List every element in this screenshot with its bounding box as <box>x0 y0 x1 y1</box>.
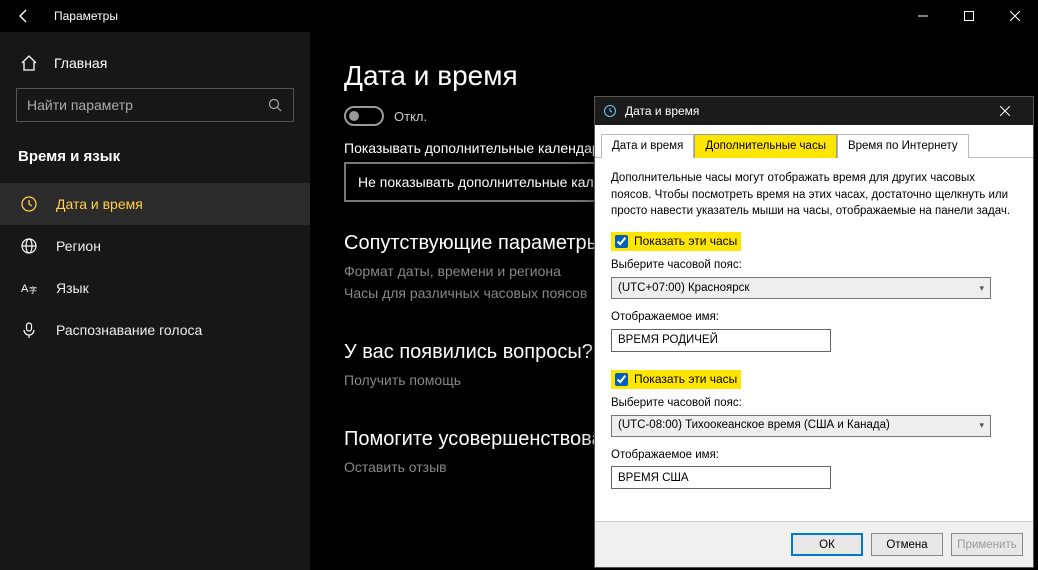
sidebar-item-label: Регион <box>56 238 101 254</box>
clock2-tz-label: Выберите часовой пояс: <box>611 395 1017 412</box>
chevron-down-icon: ▾ <box>979 282 984 295</box>
clock2-tz-value: (UTC-08:00) Тихоокеанское время (США и К… <box>618 417 890 434</box>
dialog-description: Дополнительные часы могут отображать вре… <box>611 170 1017 220</box>
svg-text:字: 字 <box>29 285 37 295</box>
sidebar-item-label: Распознавание голоса <box>56 322 202 338</box>
ok-button[interactable]: ОК <box>791 533 863 556</box>
toggle-track <box>344 106 384 126</box>
window-title: Параметры <box>48 9 118 23</box>
maximize-button[interactable] <box>946 0 992 32</box>
search-icon <box>268 98 283 113</box>
window-titlebar: Параметры <box>0 0 1038 32</box>
apply-button[interactable]: Применить <box>951 533 1023 556</box>
clock2-group: Показать эти часы Выберите часовой пояс:… <box>611 370 1017 490</box>
dialog-title: Дата и время <box>625 104 699 118</box>
clock1-group: Показать эти часы Выберите часовой пояс:… <box>611 232 1017 352</box>
microphone-icon <box>20 321 38 339</box>
clock1-name-input[interactable]: ВРЕМЯ РОДИЧЕЙ <box>611 329 831 352</box>
clock2-name-value: ВРЕМЯ США <box>618 470 689 487</box>
language-icon: A字 <box>20 279 38 297</box>
tab-additional-clocks[interactable]: Дополнительные часы <box>694 134 837 158</box>
sidebar-item-label: Язык <box>56 280 89 296</box>
sidebar-item-region[interactable]: Регион <box>0 225 310 267</box>
sidebar: Главная Найти параметр Время и язык Дата… <box>0 32 310 570</box>
toggle-state-label: Откл. <box>394 109 427 124</box>
globe-icon <box>20 237 38 255</box>
clock1-name-value: ВРЕМЯ РОДИЧЕЙ <box>618 332 718 349</box>
search-placeholder: Найти параметр <box>27 97 133 113</box>
tab-datetime[interactable]: Дата и время <box>601 134 694 158</box>
sidebar-item-language[interactable]: A字 Язык <box>0 267 310 309</box>
clock-icon <box>20 195 38 213</box>
datetime-dialog: Дата и время Дата и время Дополнительные… <box>594 96 1034 568</box>
checkbox-input[interactable] <box>615 373 628 386</box>
clock1-name-label: Отображаемое имя: <box>611 309 1017 326</box>
home-nav[interactable]: Главная <box>0 44 310 82</box>
page-title: Дата и время <box>344 60 1004 92</box>
sidebar-item-datetime[interactable]: Дата и время <box>0 183 310 225</box>
dialog-footer: ОК Отмена Применить <box>595 521 1033 567</box>
home-icon <box>20 54 38 72</box>
tab-internet-time[interactable]: Время по Интернету <box>837 134 969 158</box>
clock2-tz-select[interactable]: (UTC-08:00) Тихоокеанское время (США и К… <box>611 415 991 437</box>
close-button[interactable] <box>992 0 1038 32</box>
chevron-down-icon: ▾ <box>979 419 984 432</box>
home-label: Главная <box>54 55 107 71</box>
checkbox-label: Показать эти часы <box>634 233 737 250</box>
cancel-button[interactable]: Отмена <box>871 533 943 556</box>
clock1-tz-select[interactable]: (UTC+07:00) Красноярск ▾ <box>611 277 991 299</box>
clock2-name-label: Отображаемое имя: <box>611 447 1017 464</box>
clock1-tz-value: (UTC+07:00) Красноярск <box>618 280 749 297</box>
sidebar-item-speech[interactable]: Распознавание голоса <box>0 309 310 351</box>
dialog-tabs: Дата и время Дополнительные часы Время п… <box>595 125 1033 158</box>
clock2-name-input[interactable]: ВРЕМЯ США <box>611 466 831 489</box>
minimize-button[interactable] <box>900 0 946 32</box>
sidebar-item-label: Дата и время <box>56 196 143 212</box>
checkbox-input[interactable] <box>615 235 628 248</box>
clock1-show-checkbox[interactable]: Показать эти часы <box>611 232 741 251</box>
dialog-titlebar[interactable]: Дата и время <box>595 97 1033 125</box>
checkbox-label: Показать эти часы <box>634 371 737 388</box>
back-button[interactable] <box>0 0 48 32</box>
search-input[interactable]: Найти параметр <box>16 88 294 122</box>
svg-text:A: A <box>21 283 29 295</box>
clock1-tz-label: Выберите часовой пояс: <box>611 257 1017 274</box>
category-title: Время и язык <box>0 134 310 183</box>
dialog-body: Дополнительные часы могут отображать вре… <box>595 158 1033 521</box>
dialog-close-button[interactable] <box>985 97 1025 125</box>
clock-icon <box>603 104 617 118</box>
clock2-show-checkbox[interactable]: Показать эти часы <box>611 370 741 389</box>
